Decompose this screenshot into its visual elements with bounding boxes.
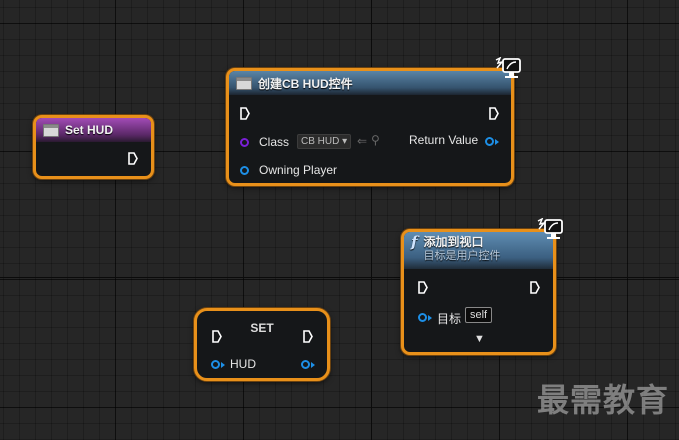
node-add-to-viewport[interactable]: f 添加到视口 目标是用户控件 目标 self ▼	[401, 229, 556, 355]
exec-in-pin[interactable]	[212, 330, 222, 343]
node-set-variable[interactable]: SET HUD	[194, 308, 330, 381]
expand-arrow-icon[interactable]: ▼	[474, 333, 485, 345]
return-value-pin[interactable]	[485, 137, 494, 146]
grid-axis-horizontal	[0, 277, 679, 278]
owning-player-label: Owning Player	[259, 163, 338, 177]
function-icon	[236, 76, 252, 90]
class-label: Class	[259, 135, 290, 149]
exec-out-pin[interactable]	[530, 281, 540, 294]
hud-output-pin-arrow	[311, 362, 315, 368]
class-dropdown[interactable]: CB HUD ▾	[297, 134, 352, 149]
grid-axis-vertical	[371, 0, 372, 440]
hud-input-pin[interactable]	[211, 360, 220, 369]
class-dropdown-value: CB HUD	[301, 136, 340, 147]
event-icon	[43, 123, 59, 137]
watermark: 最需教育	[536, 381, 669, 419]
chevron-down-icon: ▾	[342, 136, 348, 147]
node-create-widget[interactable]: 创建CB HUD控件 Class CB HUD ▾ ⇐ ⚲ Return Val…	[226, 68, 514, 186]
hud-input-pin-arrow	[221, 362, 225, 368]
node-title: Set HUD	[65, 123, 114, 137]
return-value-label: Return Value	[409, 133, 479, 147]
search-icon[interactable]: ⚲	[371, 133, 380, 147]
node-title: 创建CB HUD控件	[258, 76, 353, 91]
node-set-hud[interactable]: Set HUD	[33, 115, 154, 179]
node-header[interactable]: Set HUD	[36, 118, 151, 142]
exec-out-pin[interactable]	[489, 107, 499, 120]
class-input-pin[interactable]	[240, 138, 249, 147]
exec-out-pin[interactable]	[128, 152, 138, 165]
use-selected-arrow-icon[interactable]: ⇐	[357, 134, 367, 148]
target-self-value[interactable]: self	[465, 307, 493, 323]
hud-label: HUD	[230, 357, 256, 371]
function-f-icon: f	[411, 233, 418, 251]
node-header[interactable]: f 添加到视口 目标是用户控件	[404, 232, 553, 269]
monitor-icon	[537, 218, 563, 239]
exec-in-pin[interactable]	[418, 281, 428, 294]
node-subtitle: 目标是用户控件	[423, 250, 501, 262]
monitor-icon	[495, 57, 521, 78]
return-value-pin-arrow	[495, 139, 499, 145]
exec-in-pin[interactable]	[240, 107, 250, 120]
target-label: 目标	[437, 312, 462, 326]
target-pin-arrow	[428, 315, 432, 321]
node-title: 添加到视口	[423, 235, 484, 249]
exec-out-pin[interactable]	[303, 330, 313, 343]
owning-player-pin[interactable]	[240, 166, 249, 175]
target-pin[interactable]	[418, 313, 427, 322]
hud-output-pin[interactable]	[301, 360, 310, 369]
node-header[interactable]: 创建CB HUD控件	[229, 71, 511, 95]
